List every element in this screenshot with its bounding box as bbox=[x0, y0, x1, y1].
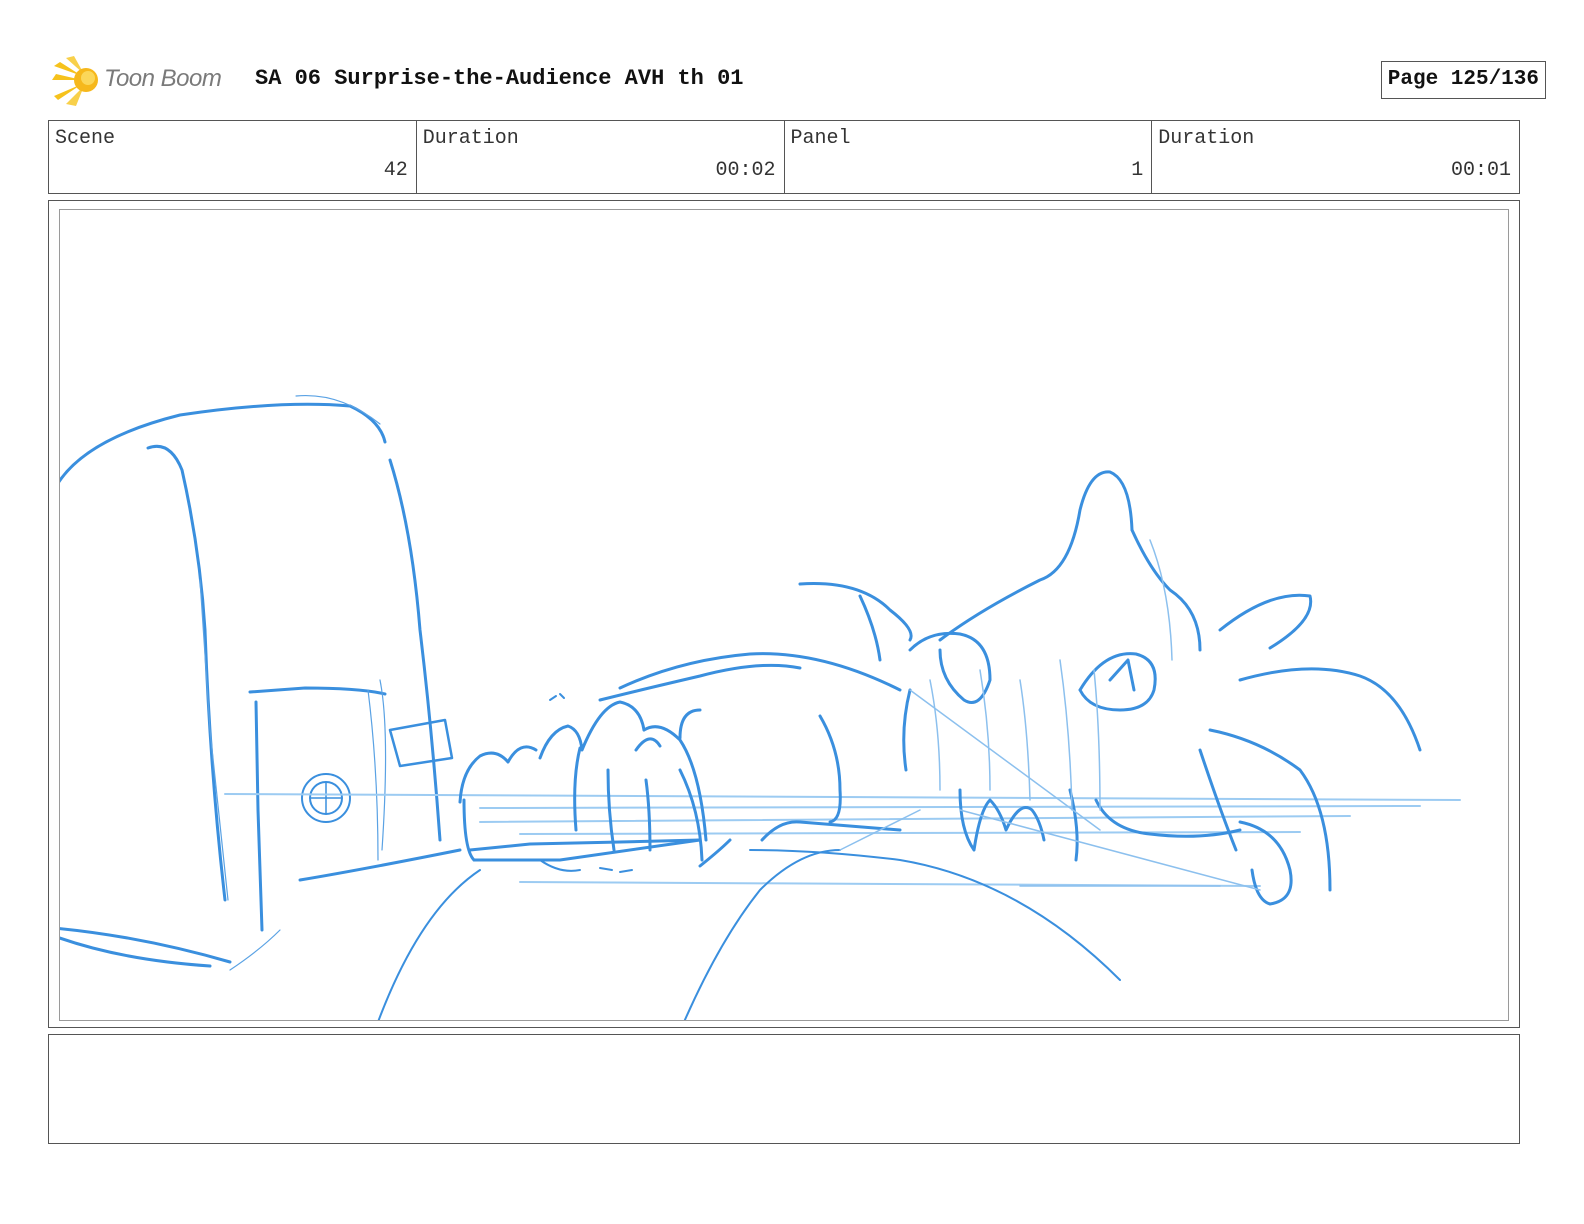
scene-duration-value: 00:02 bbox=[715, 159, 776, 182]
logo-text: Toon Boom bbox=[104, 65, 222, 92]
panel-safe-area bbox=[59, 209, 1509, 1021]
sunburst-logo-icon bbox=[52, 56, 98, 106]
storyboard-panel-frame bbox=[48, 200, 1520, 1028]
scene-value: 42 bbox=[383, 159, 408, 182]
panel-duration-value: 00:01 bbox=[1450, 159, 1511, 182]
page-header: Toon Boom SA 06 Surprise-the-Audience AV… bbox=[52, 56, 1546, 106]
toon-boom-logo: Toon Boom bbox=[52, 56, 242, 106]
panel-label: Panel bbox=[790, 127, 851, 150]
scene-info-table: Scene 42 Duration 00:02 Panel 1 Duration… bbox=[48, 120, 1520, 194]
panel-sketch-drawing bbox=[60, 394, 1461, 1020]
panel-duration-cell: Duration 00:01 bbox=[1152, 121, 1519, 193]
panel-notes-area bbox=[48, 1034, 1520, 1144]
scene-duration-cell: Duration 00:02 bbox=[417, 121, 785, 193]
panel-duration-label: Duration bbox=[1158, 127, 1255, 150]
panel-value: 1 bbox=[1131, 159, 1144, 182]
scene-duration-label: Duration bbox=[422, 127, 519, 150]
storyboard-title: SA 06 Surprise-the-Audience AVH th 01 bbox=[255, 66, 744, 91]
scene-label: Scene bbox=[55, 127, 116, 150]
panel-cell: Panel 1 bbox=[785, 121, 1153, 193]
scene-cell: Scene 42 bbox=[49, 121, 417, 193]
page-number: Page 125/136 bbox=[1380, 61, 1546, 99]
